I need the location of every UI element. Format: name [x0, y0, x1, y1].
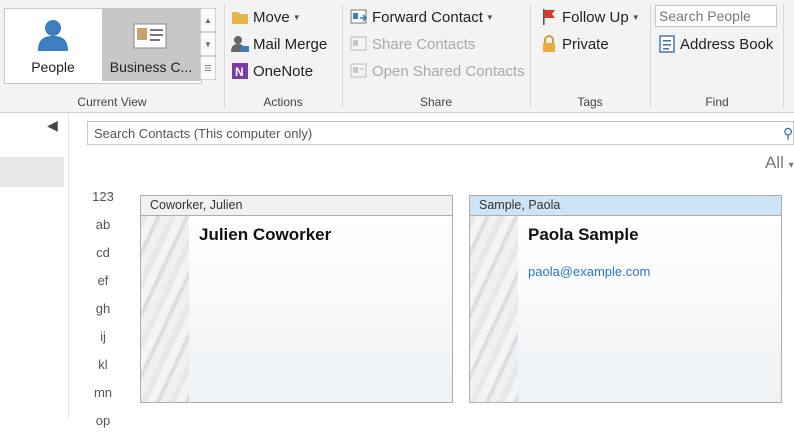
- alpha-index-item[interactable]: 123: [88, 183, 118, 211]
- ribbon: People Business C... ▲ ▼ ☰ Current View …: [0, 0, 794, 113]
- alpha-index-item[interactable]: cd: [88, 239, 118, 267]
- svg-text:N: N: [235, 65, 244, 79]
- filter-label: All: [765, 153, 784, 172]
- lock-icon: [540, 35, 558, 53]
- onenote-label: OneNote: [253, 62, 314, 80]
- onenote-icon: N: [231, 62, 249, 80]
- contact-card[interactable]: Coworker, Julien Julien Coworker: [140, 195, 453, 403]
- folder-move-icon: [231, 8, 249, 26]
- contact-card-body: Paola Sample paola@example.com: [518, 216, 781, 402]
- alpha-index-item[interactable]: ab: [88, 211, 118, 239]
- address-book-label: Address Book: [680, 35, 774, 53]
- group-divider: [530, 4, 531, 108]
- chevron-down-icon: ▼: [292, 12, 301, 22]
- card-decoration: [141, 216, 189, 402]
- group-divider: [224, 4, 225, 108]
- alpha-index-item[interactable]: kl: [88, 351, 118, 379]
- move-label: Move: [253, 8, 290, 26]
- forward-contact-icon: [350, 8, 368, 26]
- open-shared-contacts-button[interactable]: Open Shared Contacts: [350, 60, 525, 82]
- move-button[interactable]: Move ▼: [231, 6, 301, 28]
- alpha-index-item[interactable]: mn: [88, 379, 118, 407]
- contact-card-header: Coworker, Julien: [141, 196, 452, 216]
- onenote-button[interactable]: N OneNote: [231, 60, 313, 82]
- contact-email-link[interactable]: paola@example.com: [528, 264, 650, 279]
- contact-name: Julien Coworker: [199, 225, 332, 244]
- open-shared-contacts-icon: [350, 62, 368, 80]
- share-contacts-icon: [350, 35, 368, 53]
- follow-up-button[interactable]: Follow Up ▼: [540, 6, 640, 28]
- people-icon: [38, 20, 68, 51]
- group-divider: [342, 4, 343, 108]
- alpha-index-item[interactable]: gh: [88, 295, 118, 323]
- contact-card[interactable]: Sample, Paola Paola Sample paola@example.c…: [469, 195, 782, 403]
- current-view-gallery: People Business C...: [4, 8, 202, 84]
- search-icon[interactable]: ⚲: [783, 125, 793, 142]
- view-people-label: People: [31, 59, 75, 75]
- alpha-index-item[interactable]: ef: [88, 267, 118, 295]
- tags-group-label: Tags: [577, 95, 603, 109]
- gallery-scroll-up-icon[interactable]: ▲: [200, 8, 216, 32]
- view-business-card-label: Business C...: [109, 59, 193, 75]
- mail-merge-label: Mail Merge: [253, 35, 328, 53]
- group-divider: [650, 4, 651, 108]
- group-divider: [783, 4, 784, 108]
- search-people-input[interactable]: [655, 5, 777, 27]
- private-button[interactable]: Private: [540, 33, 609, 55]
- mail-merge-icon: [231, 35, 249, 53]
- selected-folder-item[interactable]: [0, 157, 64, 187]
- open-shared-contacts-label: Open Shared Contacts: [372, 62, 525, 80]
- forward-contact-label: Forward Contact: [372, 8, 483, 26]
- contact-card-body: Julien Coworker: [189, 216, 452, 402]
- follow-up-label: Follow Up: [562, 8, 629, 26]
- address-book-button[interactable]: Address Book: [658, 33, 773, 55]
- private-label: Private: [562, 35, 609, 53]
- card-decoration: [470, 216, 518, 402]
- mail-merge-button[interactable]: Mail Merge: [231, 33, 327, 55]
- chevron-down-icon: ▼: [485, 12, 494, 22]
- alphabet-index: 123 ab cd ef gh ij kl mn op: [88, 183, 118, 435]
- share-group-label: Share: [419, 95, 453, 109]
- flag-icon: [540, 8, 558, 26]
- contact-card-header: Sample, Paola: [470, 196, 781, 216]
- filter-dropdown[interactable]: All ▾: [765, 153, 794, 173]
- search-contacts-input[interactable]: [87, 121, 794, 145]
- folder-pane: ◀: [0, 113, 69, 419]
- forward-contact-button[interactable]: Forward Contact ▼: [350, 6, 494, 28]
- find-group-label: Find: [705, 95, 729, 109]
- chevron-down-icon: ▾: [788, 160, 794, 171]
- share-contacts-label: Share Contacts: [372, 35, 476, 53]
- gallery-more-icon[interactable]: ☰: [200, 56, 216, 80]
- actions-group-label: Actions: [263, 95, 303, 109]
- address-book-icon: [658, 35, 676, 53]
- collapse-pane-icon[interactable]: ◀: [47, 117, 58, 134]
- chevron-down-icon: ▼: [631, 12, 640, 22]
- contact-name: Paola Sample: [528, 225, 639, 244]
- gallery-scrollbar[interactable]: ▲ ▼ ☰: [200, 8, 216, 82]
- business-card-icon: [133, 23, 167, 49]
- alpha-index-item[interactable]: ij: [88, 323, 118, 351]
- view-business-card-button[interactable]: Business C...: [102, 9, 200, 81]
- alpha-index-item[interactable]: op: [88, 407, 118, 435]
- share-contacts-button[interactable]: Share Contacts: [350, 33, 475, 55]
- gallery-scroll-down-icon[interactable]: ▼: [200, 32, 216, 56]
- view-people-button[interactable]: People: [5, 9, 101, 81]
- current-view-group-label: Current View: [77, 95, 147, 109]
